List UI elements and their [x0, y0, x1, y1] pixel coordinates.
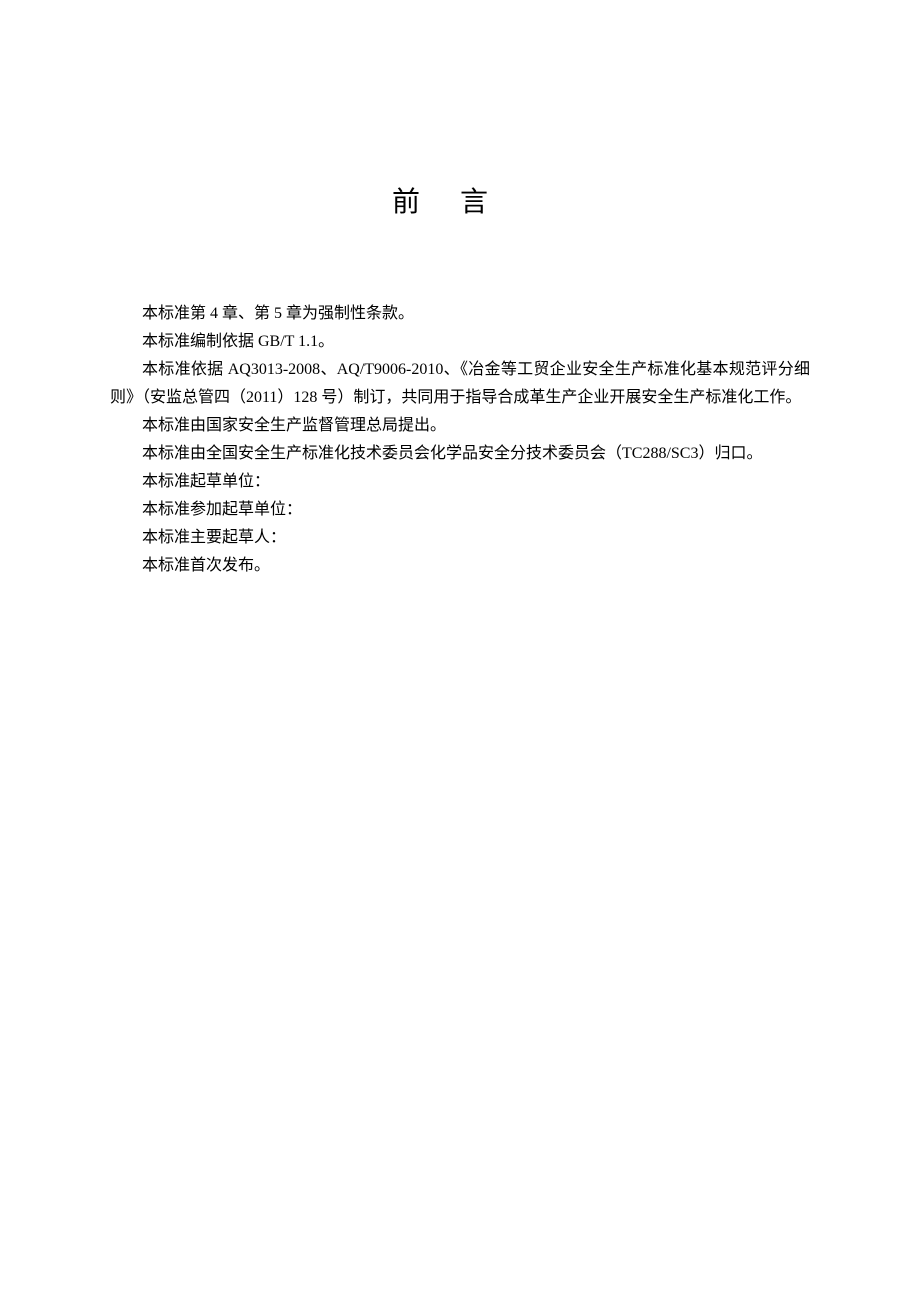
paragraph: 本标准由全国安全生产标准化技术委员会化学品安全分技术委员会（TC288/SC3）…: [110, 440, 810, 468]
document-body: 本标准第 4 章、第 5 章为强制性条款。 本标准编制依据 GB/T 1.1。 …: [110, 300, 810, 580]
paragraph: 本标准第 4 章、第 5 章为强制性条款。: [110, 300, 810, 328]
paragraph: 本标准主要起草人：: [110, 524, 810, 552]
paragraph: 本标准参加起草单位：: [110, 496, 810, 524]
paragraph: 本标准首次发布。: [110, 552, 810, 580]
paragraph: 本标准起草单位：: [110, 468, 810, 496]
page-title: 前言: [110, 180, 810, 220]
paragraph: 本标准由国家安全生产监督管理总局提出。: [110, 412, 810, 440]
document-page: 前言 本标准第 4 章、第 5 章为强制性条款。 本标准编制依据 GB/T 1.…: [0, 0, 920, 580]
paragraph: 本标准编制依据 GB/T 1.1。: [110, 328, 810, 356]
paragraph: 本标准依据 AQ3013-2008、AQ/T9006-2010、《冶金等工贸企业…: [110, 356, 810, 412]
